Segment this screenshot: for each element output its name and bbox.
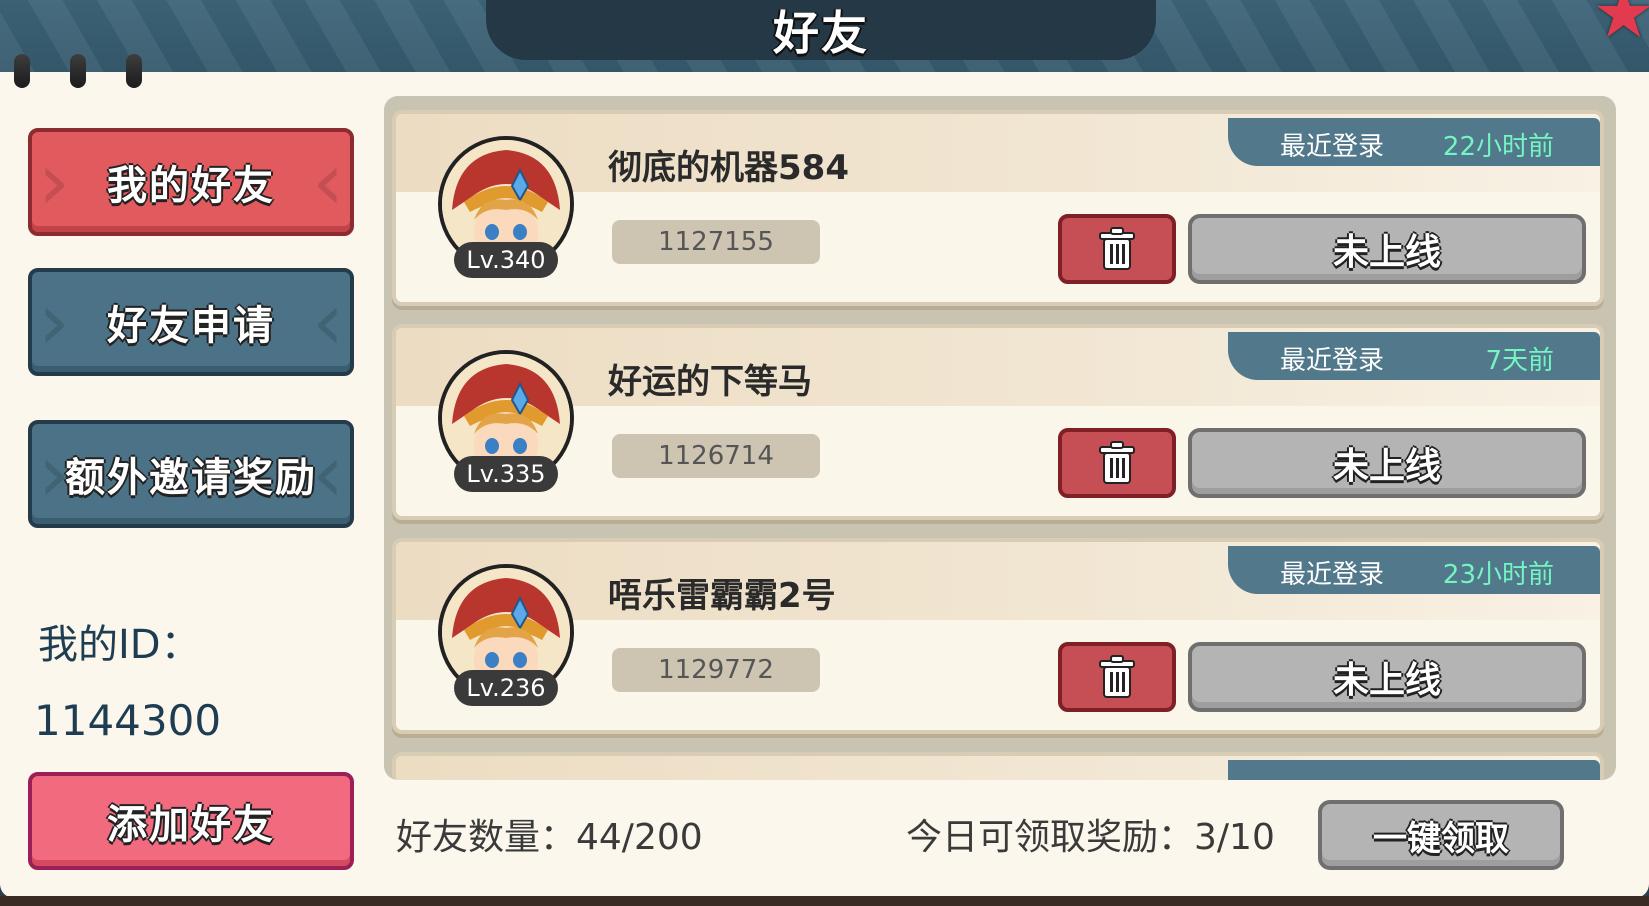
add-friend-button[interactable]: 添加好友	[28, 772, 354, 870]
last-login-badge: 最近登录 7天前	[1228, 332, 1600, 380]
chevron-left-icon: ‹	[312, 275, 344, 368]
last-login-badge: 最近登录 22小时前	[1228, 118, 1600, 166]
friend-name: 唔乐雷霸霸2号	[608, 576, 836, 616]
daily-reward-count: 今日可领取奖励：3/10	[906, 817, 1275, 858]
trash-icon	[1099, 227, 1135, 270]
online-status-button[interactable]: 未上线	[1188, 642, 1586, 712]
tab-my-friends[interactable]: › ‹ 我的好友	[28, 128, 354, 236]
bottom-edge	[0, 896, 1649, 906]
level-badge: Lv.335	[454, 456, 558, 492]
friend-list[interactable]: Lv.340 彻底的机器584 1127155 最近登录 22小时前 未上线 L…	[384, 96, 1616, 780]
friend-name: 好运的下等马	[608, 362, 812, 402]
tab-label: 我的好友	[107, 163, 275, 209]
last-login-badge	[1228, 760, 1600, 780]
last-login-time: 23小时前	[1442, 560, 1554, 590]
friend-card: Lv.335 好运的下等马 1126714 最近登录 7天前 未上线	[392, 324, 1604, 520]
delete-friend-button[interactable]	[1058, 642, 1176, 712]
friend-count: 好友数量：44/200	[396, 817, 703, 858]
add-friend-label: 添加好友	[107, 802, 275, 848]
last-login-label: 最近登录	[1280, 132, 1385, 162]
online-status-button[interactable]: 未上线	[1188, 428, 1586, 498]
last-login-label: 最近登录	[1280, 560, 1385, 590]
trash-icon	[1099, 441, 1135, 484]
ring-decoration	[14, 54, 30, 88]
my-id-value: 1144300	[34, 696, 222, 745]
online-status-button[interactable]: 未上线	[1188, 214, 1586, 284]
chevron-right-icon: ›	[38, 275, 70, 368]
level-badge: Lv.340	[454, 242, 558, 278]
status-label: 未上线	[1332, 446, 1441, 487]
close-button[interactable]: ★	[1579, 0, 1649, 42]
tab-friend-requests[interactable]: › ‹ 好友申请	[28, 268, 354, 376]
tab-label: 额外邀请奖励	[65, 455, 317, 501]
ring-decoration	[126, 54, 142, 88]
friend-id: 1127155	[612, 220, 820, 264]
friend-card: Lv.340 彻底的机器584 1127155 最近登录 22小时前 未上线	[392, 110, 1604, 306]
level-badge: Lv.236	[454, 670, 558, 706]
last-login-time: 7天前	[1485, 346, 1554, 376]
close-star-icon: ★	[1592, 0, 1649, 42]
friend-card-partial	[392, 752, 1604, 780]
binder-rings	[14, 54, 154, 90]
my-id-label: 我的ID：	[38, 622, 201, 668]
page-title: 好友	[773, 6, 869, 60]
chevron-left-icon: ‹	[312, 135, 344, 228]
friend-card: Lv.236 唔乐雷霸霸2号 1129772 最近登录 23小时前 未上线	[392, 538, 1604, 734]
tab-label: 好友申请	[107, 303, 275, 349]
delete-friend-button[interactable]	[1058, 428, 1176, 498]
friend-name: 彻底的机器584	[608, 148, 849, 188]
last-login-label: 最近登录	[1280, 346, 1385, 376]
claim-all-button[interactable]: 一键领取	[1318, 800, 1564, 870]
status-label: 未上线	[1332, 660, 1441, 701]
friend-id: 1129772	[612, 648, 820, 692]
last-login-badge: 最近登录 23小时前	[1228, 546, 1600, 594]
delete-friend-button[interactable]	[1058, 214, 1176, 284]
status-label: 未上线	[1332, 232, 1441, 273]
claim-all-label: 一键领取	[1373, 818, 1509, 859]
ring-decoration	[70, 54, 86, 88]
trash-icon	[1099, 655, 1135, 698]
chevron-right-icon: ›	[38, 135, 70, 228]
friend-id: 1126714	[612, 434, 820, 478]
last-login-time: 22小时前	[1442, 132, 1554, 162]
tab-invite-rewards[interactable]: › ‹ 额外邀请奖励	[28, 420, 354, 528]
title-banner: 好友	[486, 0, 1156, 60]
